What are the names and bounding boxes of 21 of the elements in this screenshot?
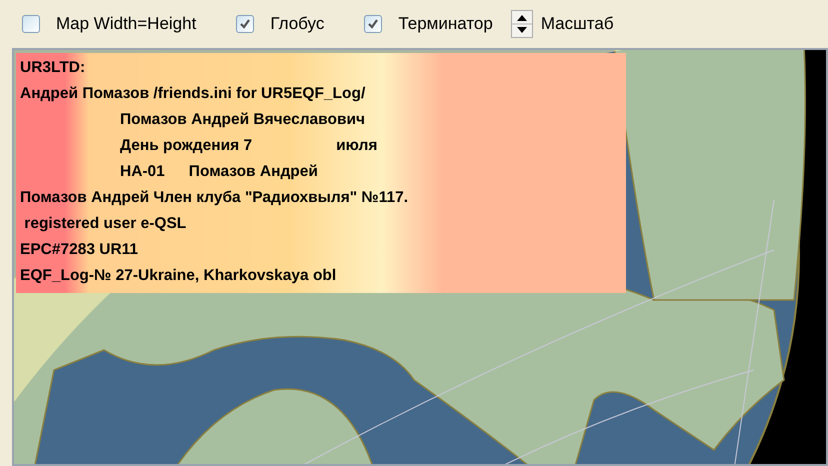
info-text: UR3LTD: [20, 58, 86, 78]
checkbox[interactable] [364, 15, 382, 33]
info-text: Андрей Помазов /friends.ini for UR5EQF_Log/ [20, 84, 366, 104]
info-text: Помазов Андрей [188, 162, 318, 182]
info-text: registered user e-QSL [23, 214, 186, 234]
info-text: Помазов Андрей Вячеславович [120, 110, 366, 130]
info-text: EPC#7283 UR11 [20, 240, 138, 260]
checkbox-label[interactable]: Глобус [270, 11, 324, 37]
checkbox-label[interactable]: Map Width=Height [56, 11, 196, 37]
spin-button[interactable] [510, 10, 533, 38]
checkmark-icon [367, 18, 380, 30]
info-text: июля [336, 136, 378, 156]
scale-label: Масштаб [540, 13, 614, 36]
checkmark-icon [239, 18, 252, 30]
info-text: EQF_Log-№ 27-Ukraine, Kharkovskaya obl [20, 266, 336, 286]
info-text: День рождения 7 [120, 136, 252, 156]
checkbox-label[interactable]: Терминатор [398, 11, 493, 37]
checkbox[interactable] [236, 15, 254, 33]
info-text: HA-01 [120, 162, 165, 182]
info-text: Помазов Андрей Член клуба "Радиохвыля" №117. [20, 188, 408, 208]
checkbox[interactable] [22, 15, 40, 33]
